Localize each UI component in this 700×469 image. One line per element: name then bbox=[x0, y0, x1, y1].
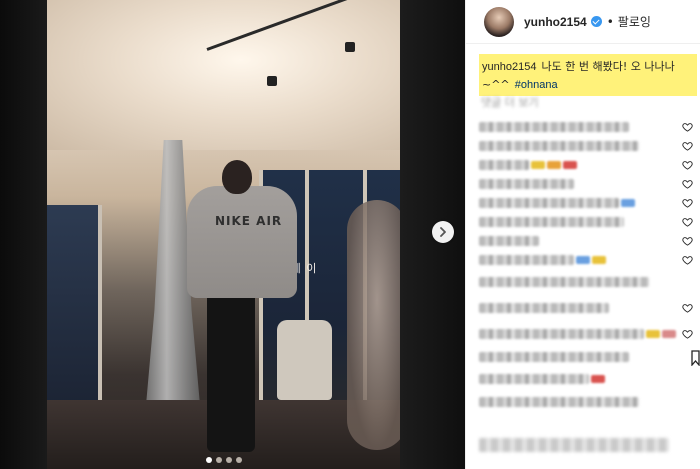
following-button[interactable]: 팔로잉 bbox=[618, 13, 651, 30]
comment-row bbox=[479, 347, 700, 366]
comment-obscured-text bbox=[479, 303, 609, 313]
heart-icon[interactable] bbox=[682, 197, 693, 208]
post-caption: yunho2154 나도 한 번 해봤다! 오 나나나 ~^^ #ohnana bbox=[479, 54, 697, 96]
carousel-dot bbox=[235, 457, 242, 463]
comment-row bbox=[479, 174, 700, 193]
comment-obscured-text bbox=[479, 277, 649, 287]
post-sidebar: yunho2154 • 팔로잉 yunho2154 나도 한 번 해봤다! 오 … bbox=[465, 0, 700, 469]
comment-emoji-obscured bbox=[592, 255, 606, 264]
header-separator: • bbox=[606, 14, 614, 29]
comment-emoji-obscured bbox=[576, 255, 590, 264]
comment-obscured-text bbox=[479, 121, 629, 132]
verified-badge-icon bbox=[590, 16, 602, 27]
comment-emoji-obscured bbox=[531, 160, 545, 169]
comment-obscured-text bbox=[479, 235, 539, 246]
author-username[interactable]: yunho2154 bbox=[524, 15, 587, 29]
comment-obscured-text bbox=[479, 396, 639, 407]
comment-emoji-obscured bbox=[591, 375, 605, 383]
comment-row bbox=[479, 321, 700, 347]
scene-plush bbox=[347, 200, 400, 450]
bookmark-icon[interactable] bbox=[691, 350, 700, 367]
person-torso: NIKE AIR bbox=[187, 186, 297, 298]
caption-username[interactable]: yunho2154 bbox=[482, 61, 536, 73]
person-legs bbox=[207, 292, 255, 452]
heart-icon[interactable] bbox=[682, 303, 693, 314]
person-head bbox=[222, 160, 252, 194]
comment-emoji-obscured bbox=[547, 160, 561, 169]
load-more-comments[interactable]: 댓글 더 보기 bbox=[481, 94, 539, 110]
comment-row bbox=[479, 231, 700, 250]
comment-emoji-obscured bbox=[662, 330, 676, 338]
heart-icon[interactable] bbox=[682, 178, 693, 189]
comment-row bbox=[479, 155, 700, 174]
heart-icon[interactable] bbox=[682, 140, 693, 151]
comment-list bbox=[479, 117, 700, 411]
comment-row bbox=[479, 269, 700, 295]
heart-icon[interactable] bbox=[682, 121, 693, 132]
comment-obscured-text bbox=[479, 374, 589, 384]
comment-emoji-obscured bbox=[621, 198, 635, 207]
heart-icon[interactable] bbox=[682, 254, 693, 265]
comment-obscured-text bbox=[479, 216, 624, 227]
scene-lamp bbox=[345, 42, 355, 52]
comment-row bbox=[479, 250, 700, 269]
scene-window-left bbox=[47, 205, 102, 405]
comment-obscured-text bbox=[479, 197, 619, 208]
post-header: yunho2154 • 팔로잉 bbox=[466, 0, 700, 44]
scene-lamp bbox=[267, 76, 277, 86]
scene-chair bbox=[277, 320, 332, 400]
comment-obscured-text bbox=[479, 140, 639, 151]
shirt-print: NIKE AIR bbox=[215, 214, 283, 228]
comment-row bbox=[479, 193, 700, 212]
heart-icon[interactable] bbox=[682, 329, 693, 340]
comment-row bbox=[479, 392, 700, 411]
scene-ceiling bbox=[47, 0, 400, 150]
comment-obscured-text bbox=[479, 351, 629, 362]
comment-obscured-text bbox=[479, 178, 574, 189]
carousel-indicator bbox=[47, 457, 400, 463]
comment-emoji-obscured bbox=[563, 160, 577, 169]
carousel-dot bbox=[205, 457, 212, 463]
chevron-right-icon bbox=[440, 227, 446, 237]
comment-obscured-text bbox=[479, 254, 574, 265]
backdrop-left bbox=[0, 0, 47, 469]
comment-row bbox=[479, 366, 700, 392]
comment-obscured-text bbox=[479, 329, 644, 339]
heart-icon[interactable] bbox=[682, 216, 693, 227]
avatar[interactable] bbox=[484, 6, 514, 37]
heart-icon[interactable] bbox=[682, 235, 693, 246]
comment-obscured-text bbox=[479, 159, 529, 170]
post-video[interactable]: 손 네 이 NIKE AIR bbox=[47, 0, 400, 469]
comment-row bbox=[479, 295, 700, 321]
comment-row bbox=[479, 212, 700, 231]
caption-hashtag[interactable]: #ohnana bbox=[515, 79, 558, 91]
comment-emoji-obscured bbox=[646, 330, 660, 338]
carousel-dot bbox=[225, 457, 232, 463]
next-button[interactable] bbox=[432, 221, 454, 243]
comment-obscured-footer bbox=[479, 438, 669, 452]
heart-icon[interactable] bbox=[682, 159, 693, 170]
comment-row bbox=[479, 117, 700, 136]
carousel-dot bbox=[215, 457, 222, 463]
comment-row bbox=[479, 136, 700, 155]
